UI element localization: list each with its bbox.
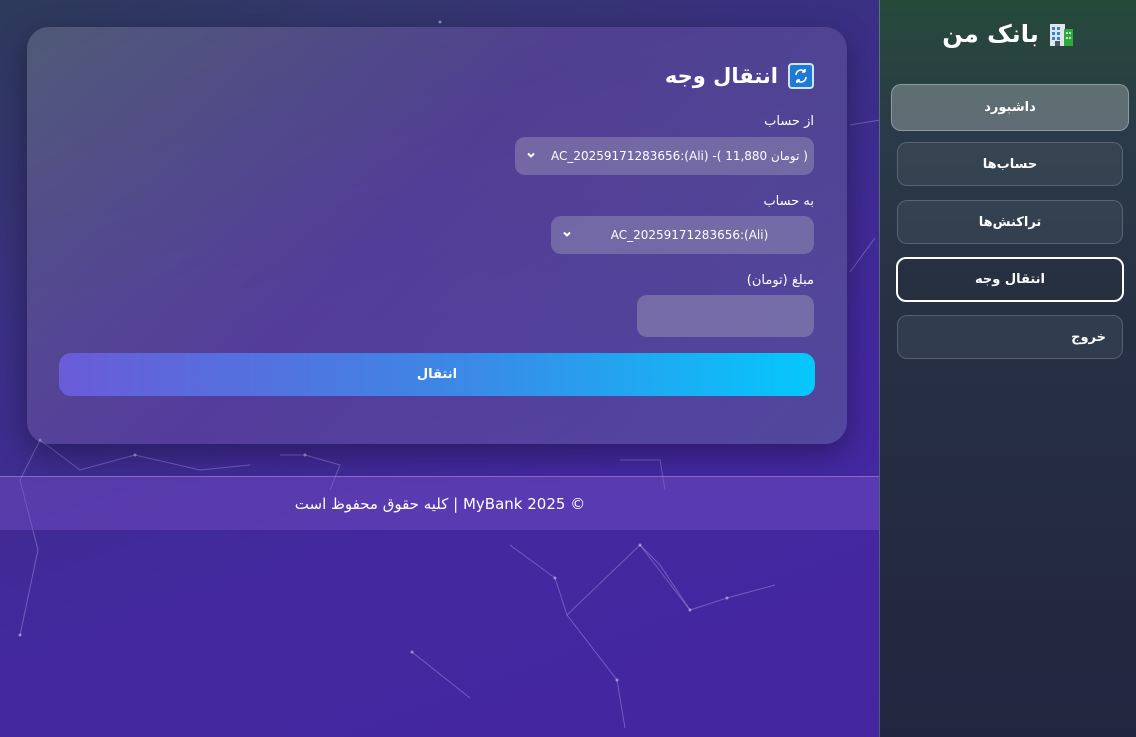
main-area: انتقال وجه از حساب AC_20259171283656:(Al… bbox=[0, 0, 880, 737]
sidebar-item-transactions[interactable]: تراکنش‌ها bbox=[897, 200, 1123, 244]
from-account-value: AC_20259171283656:(Ali) -( 11,880 تومان … bbox=[551, 149, 808, 163]
to-account-select[interactable]: AC_20259171283656:(Ali) bbox=[551, 216, 814, 254]
chevron-down-icon bbox=[527, 152, 535, 158]
sidebar-item-logout[interactable]: خروج bbox=[897, 315, 1123, 359]
sidebar-item-accounts[interactable]: حساب‌ها bbox=[897, 142, 1123, 186]
from-account-select[interactable]: AC_20259171283656:(Ali) -( 11,880 تومان … bbox=[515, 137, 814, 175]
to-account-label: به حساب bbox=[763, 194, 814, 209]
footer: © 2025 MyBank | کلیه حقوق محفوظ است bbox=[0, 476, 880, 530]
transfer-title-text: انتقال وجه bbox=[664, 64, 778, 88]
transfer-submit-button[interactable]: انتقال bbox=[59, 353, 815, 396]
amount-input[interactable] bbox=[637, 295, 814, 337]
sidebar-item-dashboard[interactable]: داشبورد bbox=[891, 84, 1129, 131]
chevron-down-icon bbox=[563, 231, 571, 237]
sidebar-item-transfer[interactable]: انتقال وجه bbox=[896, 257, 1124, 302]
to-account-value: AC_20259171283656:(Ali) bbox=[610, 228, 769, 242]
amount-label: مبلغ (تومان) bbox=[746, 273, 814, 288]
brand: بانک من bbox=[880, 20, 1136, 48]
footer-text: © 2025 MyBank | کلیه حقوق محفوظ است bbox=[294, 494, 586, 513]
from-account-label: از حساب bbox=[764, 114, 814, 129]
transfer-title: انتقال وجه bbox=[665, 63, 814, 89]
sidebar: بانک من داشبورد حساب‌ها تراکنش‌ها انتقال… bbox=[879, 0, 1136, 737]
bank-building-icon bbox=[1047, 20, 1075, 48]
transfer-card: انتقال وجه از حساب AC_20259171283656:(Al… bbox=[27, 27, 847, 444]
brand-name: بانک من bbox=[942, 20, 1039, 48]
swap-arrows-icon bbox=[788, 63, 814, 89]
